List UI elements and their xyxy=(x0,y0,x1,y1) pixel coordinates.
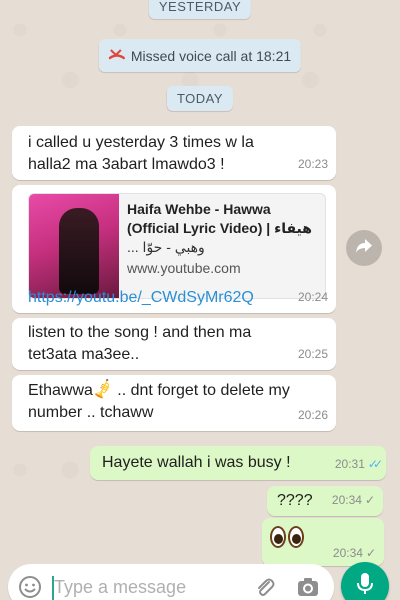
outgoing-message-bubble[interactable]: Hayete wallah i was busy ! 20:31 ✓✓ xyxy=(90,446,386,480)
message-time: 20:34 ✓ xyxy=(332,489,375,511)
outgoing-message-bubble[interactable]: ???? 20:34 ✓ xyxy=(267,486,383,516)
missed-call-icon xyxy=(108,46,126,65)
message-time: 20:25 xyxy=(297,347,328,361)
outgoing-message-bubble[interactable]: 20:34 ✓ xyxy=(262,518,384,566)
missed-call-text: Missed voice call at 18:21 xyxy=(130,47,292,64)
link-preview-host: www.youtube.com xyxy=(127,260,241,276)
message-time: 20:34 ✓ xyxy=(333,542,376,564)
message-bubble[interactable]: listen to the song ! and then ma tet3ata… xyxy=(12,318,336,370)
message-input[interactable]: Type a message xyxy=(54,577,186,598)
link-preview-title-line3: وهبي - حوّا ... xyxy=(127,239,205,255)
message-time: 20:23 xyxy=(297,157,328,171)
forward-icon xyxy=(355,238,373,259)
message-bubble[interactable]: Ethawwa🎺 .. dnt forget to delete my numb… xyxy=(12,375,336,431)
youtube-link[interactable]: https://youtu.be/_CWdSyMr62Q xyxy=(28,287,254,309)
message-text: Ethawwa🎺 .. dnt forget to delete my numb… xyxy=(28,379,290,421)
message-time: 20:24 xyxy=(297,290,328,304)
message-text: Hayete wallah i was busy ! xyxy=(102,454,291,471)
video-thumbnail xyxy=(29,194,119,298)
message-time: 20:31 ✓✓ xyxy=(335,453,383,475)
date-chip-today: TODAY xyxy=(166,86,234,111)
eyes-emoji-icon xyxy=(270,526,306,555)
mic-icon xyxy=(356,572,374,600)
message-time: 20:26 xyxy=(297,408,328,422)
attach-icon[interactable] xyxy=(254,576,276,600)
link-preview-title-line2: (Official Lyric Video) | هيفاء xyxy=(127,220,312,236)
message-text: ???? xyxy=(277,492,313,509)
message-bubble[interactable]: i called u yesterday 3 times w la halla2… xyxy=(12,126,336,180)
camera-icon[interactable] xyxy=(296,576,320,600)
forward-button[interactable] xyxy=(346,230,382,266)
date-chip-yesterday: YESTERDAY xyxy=(148,0,252,19)
link-message-bubble[interactable]: Haifa Wehbe - Hawwa (Official Lyric Vide… xyxy=(12,185,336,313)
message-composer[interactable]: Type a message xyxy=(8,564,334,600)
message-text: listen to the song ! and then ma tet3ata… xyxy=(28,324,252,363)
link-preview-title: Haifa Wehbe - Hawwa xyxy=(127,201,271,217)
link-preview-card[interactable]: Haifa Wehbe - Hawwa (Official Lyric Vide… xyxy=(28,193,326,299)
missed-call-notice[interactable]: Missed voice call at 18:21 xyxy=(98,39,302,72)
read-ticks-icon: ✓✓ xyxy=(367,457,383,471)
mic-button[interactable] xyxy=(341,562,389,600)
sent-tick-icon: ✓ xyxy=(365,546,376,560)
emoji-icon[interactable] xyxy=(18,575,42,600)
chat-background: YESTERDAY Missed voice call at 18:21 TOD… xyxy=(0,0,400,600)
sent-tick-icon: ✓ xyxy=(364,493,375,507)
message-text: i called u yesterday 3 times w la halla2… xyxy=(28,134,254,173)
